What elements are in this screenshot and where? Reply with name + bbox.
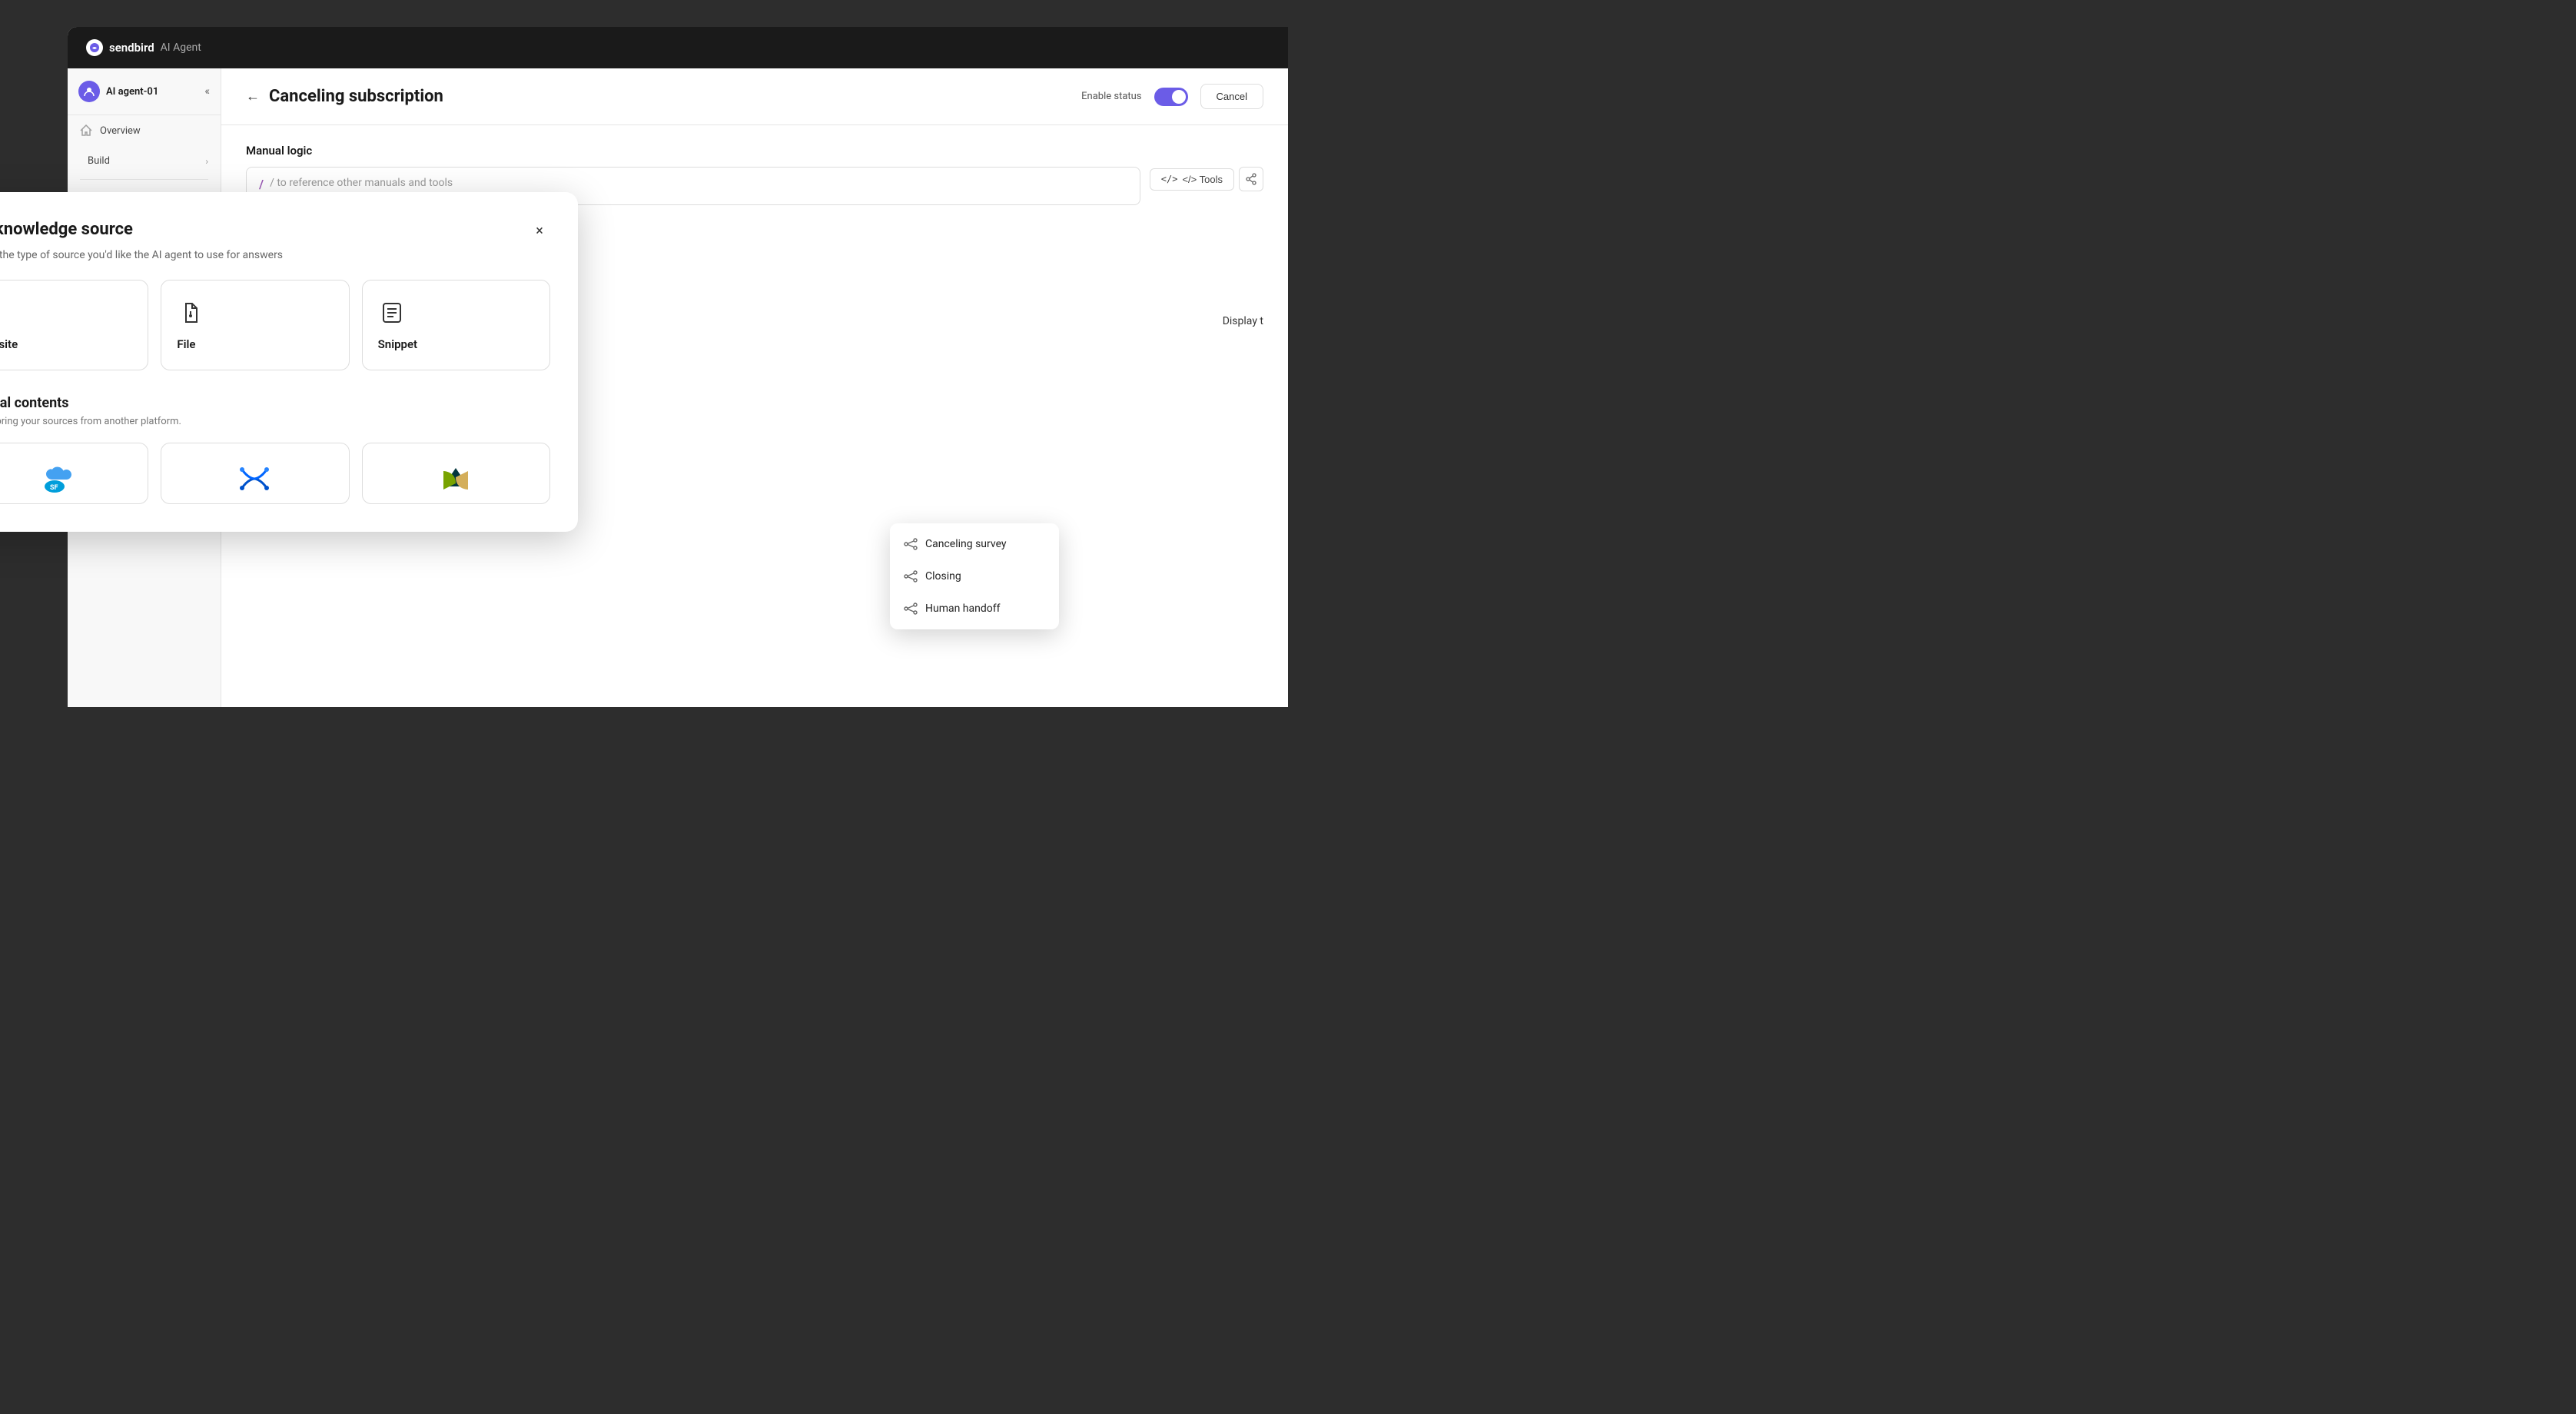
source-card-snippet[interactable]: Snippet: [362, 280, 550, 370]
website-label: Website: [0, 337, 18, 351]
salesforce-icon: SF: [38, 462, 71, 496]
enable-toggle[interactable]: [1154, 88, 1188, 106]
dropdown-item-closing[interactable]: Closing: [890, 560, 1059, 592]
manual-logic-placeholder: / to reference other manuals and tools: [270, 177, 453, 189]
routing-icon-closing: [904, 569, 918, 583]
routing-icon-canceling: [904, 537, 918, 551]
app-header: sendbird AI Agent: [68, 27, 1288, 68]
dropdown-label-canceling-survey: Canceling survey: [925, 538, 1007, 550]
zendesk-icon: [439, 462, 473, 496]
chevron-right-icon: ›: [205, 156, 208, 167]
page-header: ← Canceling subscription Enable status C…: [221, 68, 1288, 125]
website-icon: [0, 299, 4, 327]
enable-status-label: Enable status: [1081, 91, 1141, 102]
page-title: Canceling subscription: [269, 87, 443, 106]
cancel-button[interactable]: Cancel: [1200, 84, 1263, 109]
routing-icon-human-handoff: [904, 602, 918, 616]
sidebar-item-build[interactable]: Build ›: [68, 146, 221, 176]
external-section-title: External contents: [0, 395, 550, 411]
manual-logic-title: Manual logic: [246, 144, 1263, 158]
agent-info: AI agent-01: [78, 81, 158, 102]
header-actions: Enable status Cancel: [1081, 84, 1263, 109]
modal-header: Add knowledge source ×: [0, 220, 550, 241]
external-card-salesforce[interactable]: SF: [0, 443, 148, 504]
external-card-zendesk[interactable]: [362, 443, 550, 504]
add-knowledge-modal: Add knowledge source × Choose the type o…: [0, 192, 578, 532]
sidebar-build-label: Build: [88, 155, 110, 167]
agent-label: AI Agent: [161, 41, 201, 54]
page-title-area: ← Canceling subscription: [246, 87, 443, 106]
slash-icon: /: [259, 177, 264, 191]
external-card-confluence[interactable]: [161, 443, 349, 504]
source-card-website[interactable]: Website: [0, 280, 148, 370]
snippet-label: Snippet: [378, 337, 417, 351]
agent-header: AI agent-01 «: [68, 68, 221, 115]
agent-avatar: [78, 81, 100, 102]
confluence-icon: [238, 462, 272, 496]
back-button[interactable]: ←: [246, 88, 260, 105]
home-icon: [80, 124, 92, 137]
source-card-file[interactable]: File: [161, 280, 349, 370]
modal-close-button[interactable]: ×: [529, 220, 550, 241]
sidebar-item-overview[interactable]: Overview: [68, 115, 221, 146]
dropdown-label-human-handoff: Human handoff: [925, 602, 1000, 615]
external-subtitle: Directly bring your sources from another…: [0, 416, 550, 427]
dropdown-item-human-handoff[interactable]: Human handoff: [890, 592, 1059, 625]
sendbird-logo: sendbird AI Agent: [86, 39, 201, 56]
logo-text: sendbird: [109, 41, 154, 55]
display-t-label: Display t: [1223, 313, 1263, 330]
sidebar-overview-label: Overview: [100, 125, 141, 137]
agent-name: AI agent-01: [106, 86, 158, 98]
modal-title: Add knowledge source: [0, 220, 133, 239]
snippet-icon: [378, 299, 406, 327]
external-grid: SF: [0, 443, 550, 504]
dropdown-menu: Canceling survey Closing: [890, 523, 1059, 629]
share-button[interactable]: [1239, 167, 1263, 191]
file-label: File: [177, 337, 195, 351]
tools-button[interactable]: </> </> Tools: [1150, 168, 1234, 191]
source-grid: Website File: [0, 280, 550, 370]
svg-text:SF: SF: [50, 484, 58, 492]
dropdown-label-closing: Closing: [925, 570, 961, 583]
file-icon: [177, 299, 204, 327]
modal-subtitle: Choose the type of source you'd like the…: [0, 249, 550, 261]
dropdown-item-canceling-survey[interactable]: Canceling survey: [890, 528, 1059, 560]
sendbird-logo-icon: [86, 39, 103, 56]
tools-code-icon: </>: [1161, 174, 1178, 184]
collapse-icon[interactable]: «: [204, 85, 210, 98]
share-icon: [1245, 173, 1257, 185]
